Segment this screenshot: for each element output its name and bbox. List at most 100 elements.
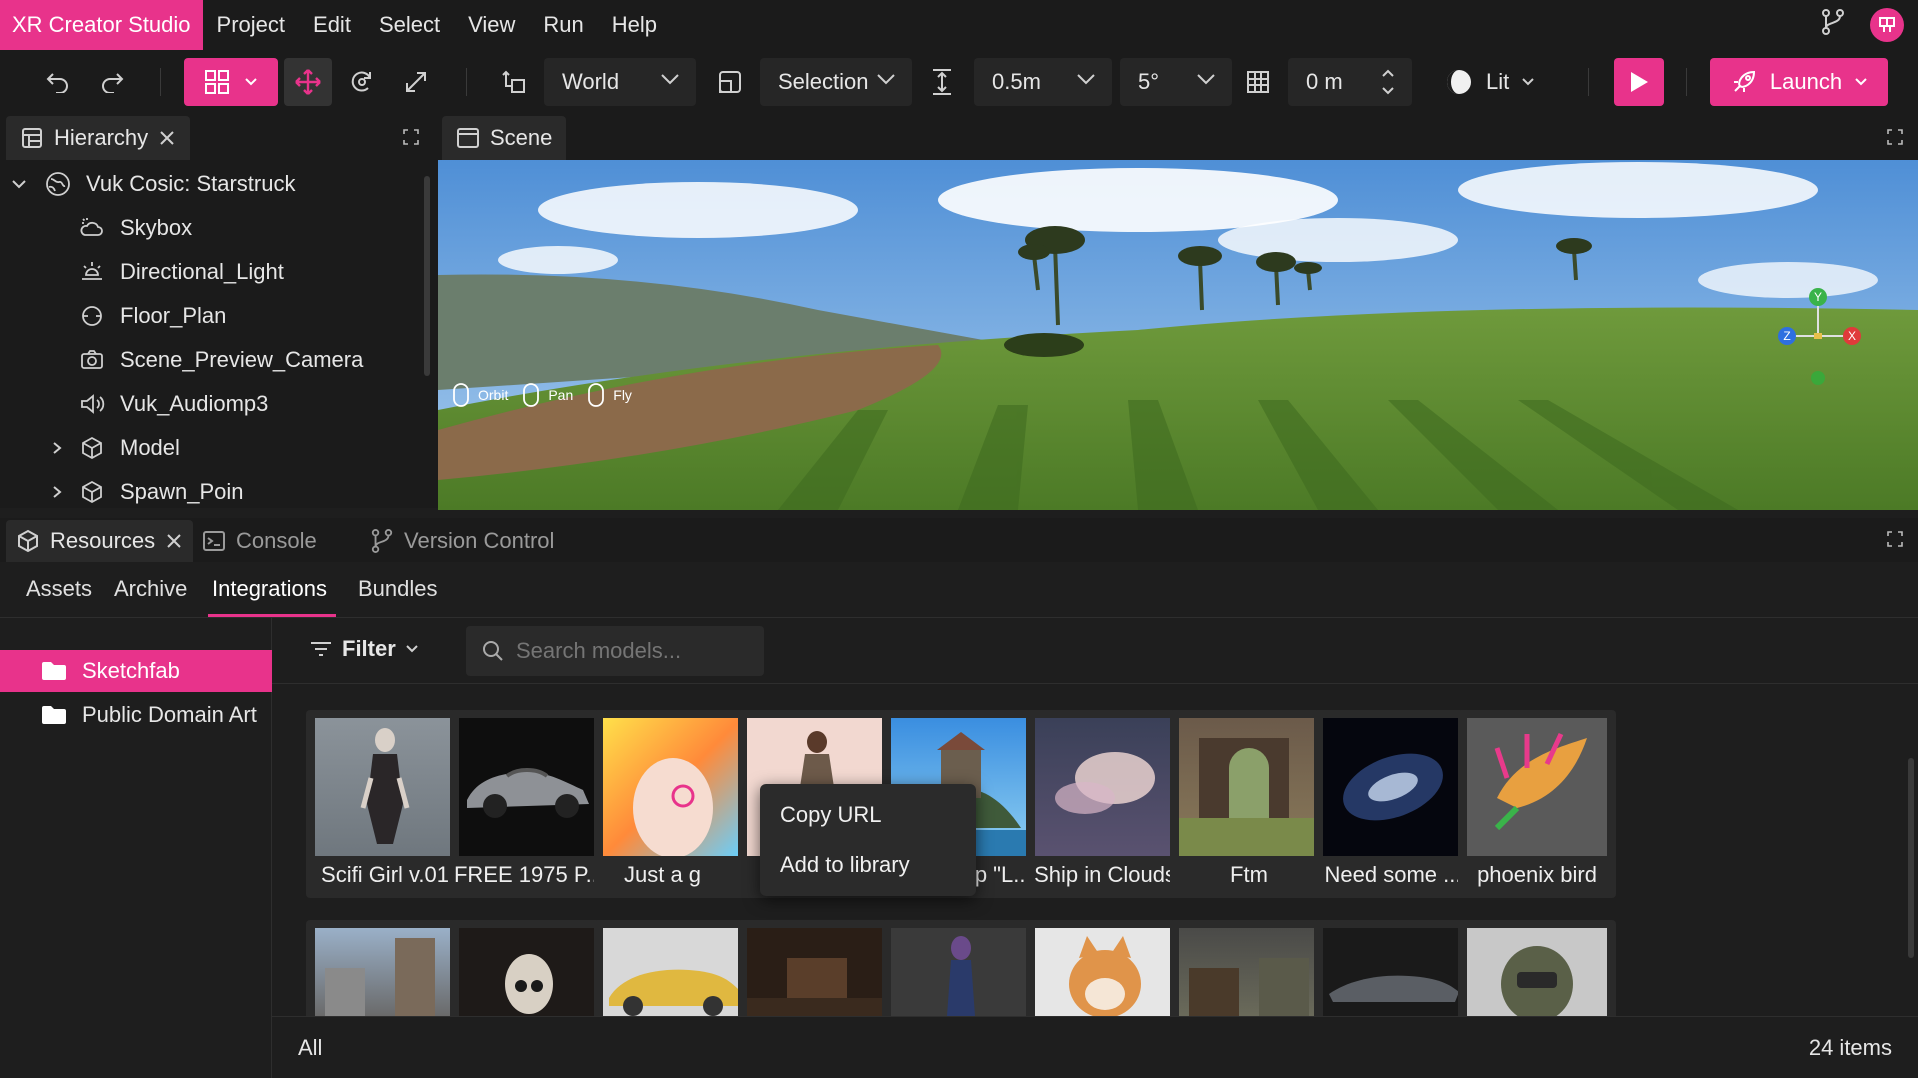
hierarchy-panel: Vuk Cosic: Starstruck Skybox Directional… bbox=[0, 160, 438, 508]
hierarchy-item-spawn-point[interactable]: Spawn_Poin bbox=[0, 470, 420, 514]
model-thumbnail bbox=[1467, 718, 1607, 856]
hierarchy-root-label: Vuk Cosic: Starstruck bbox=[86, 171, 296, 196]
model-card[interactable]: Just a g bbox=[594, 710, 752, 898]
redo-button[interactable] bbox=[92, 58, 132, 106]
hierarchy-item-floor-plan[interactable]: Floor_Plan bbox=[0, 294, 420, 338]
menu-run[interactable]: Run bbox=[529, 12, 597, 38]
menu-select[interactable]: Select bbox=[365, 12, 454, 38]
launch-button[interactable]: Launch bbox=[1710, 58, 1888, 106]
pan-label: Pan bbox=[548, 387, 574, 403]
transform-space-button[interactable] bbox=[492, 58, 536, 106]
scale-tool-button[interactable] bbox=[394, 58, 438, 106]
translate-snap-dropdown[interactable]: 0.5m bbox=[974, 58, 1112, 106]
model-card[interactable] bbox=[1314, 920, 1472, 1016]
hierarchy-item-label: Skybox bbox=[120, 215, 193, 240]
hierarchy-scrollbar[interactable] bbox=[424, 176, 430, 376]
model-card[interactable]: phoenix bird bbox=[1458, 710, 1616, 898]
model-card[interactable] bbox=[450, 920, 608, 1016]
menu-edit[interactable]: Edit bbox=[299, 12, 365, 38]
hierarchy-item-skybox[interactable]: Skybox bbox=[0, 206, 420, 250]
tab-scene[interactable]: Scene bbox=[442, 116, 567, 160]
model-name: Need some ... bbox=[1324, 862, 1462, 887]
pivot-button[interactable] bbox=[708, 58, 752, 106]
move-tool-button[interactable] bbox=[284, 58, 332, 106]
render-mode-dropdown[interactable]: Lit bbox=[1444, 58, 1550, 106]
user-avatar[interactable] bbox=[1870, 8, 1904, 42]
chevron-down-icon bbox=[1077, 74, 1095, 85]
model-card[interactable]: Ftm bbox=[1170, 710, 1328, 898]
model-thumbnail bbox=[459, 928, 599, 1016]
toolbar-divider bbox=[1588, 68, 1589, 96]
model-card[interactable] bbox=[594, 920, 752, 1016]
source-public-domain-art[interactable]: Public Domain Art bbox=[0, 694, 272, 736]
subtab-integrations[interactable]: Integrations bbox=[212, 576, 327, 602]
model-card[interactable] bbox=[1170, 920, 1328, 1016]
model-card[interactable]: Need some ... bbox=[1314, 710, 1472, 898]
grid-height-stepper[interactable]: 0 m bbox=[1288, 58, 1412, 106]
tab-hierarchy[interactable]: Hierarchy bbox=[6, 116, 191, 160]
git-branch-icon bbox=[371, 529, 393, 554]
menu-project[interactable]: Project bbox=[203, 12, 299, 38]
filter-button[interactable]: Filter bbox=[310, 636, 418, 662]
subtab-bundles[interactable]: Bundles bbox=[358, 576, 438, 602]
grid-toggle-button[interactable] bbox=[1236, 58, 1280, 106]
maximize-icon[interactable] bbox=[1886, 128, 1904, 146]
pivot-value: Selection bbox=[778, 69, 869, 94]
model-card[interactable] bbox=[306, 920, 464, 1016]
close-icon bbox=[160, 131, 174, 145]
speaker-icon bbox=[78, 390, 106, 418]
model-card[interactable] bbox=[738, 920, 896, 1016]
context-copy-url[interactable]: Copy URL bbox=[780, 802, 881, 828]
hierarchy-item-directional-light[interactable]: Directional_Light bbox=[0, 250, 420, 294]
source-sketchfab[interactable]: Sketchfab bbox=[0, 650, 272, 692]
cloud-sun-icon bbox=[78, 214, 106, 242]
pivot-dropdown[interactable]: Selection bbox=[760, 58, 912, 106]
maximize-icon[interactable] bbox=[402, 128, 420, 146]
model-card[interactable]: Ship in Clouds bbox=[1026, 710, 1184, 898]
rotate-snap-dropdown[interactable]: 5° bbox=[1120, 58, 1232, 106]
tab-version-control[interactable]: Version Control bbox=[370, 520, 554, 562]
floor-plan-icon bbox=[78, 302, 106, 330]
rotate-tool-button[interactable] bbox=[340, 58, 384, 106]
axis-y[interactable]: Y bbox=[1809, 288, 1827, 306]
model-thumbnail bbox=[891, 928, 1031, 1016]
model-thumbnail bbox=[1323, 928, 1463, 1016]
grid-mode-dropdown[interactable] bbox=[184, 58, 278, 106]
context-add-to-library[interactable]: Add to library bbox=[780, 852, 910, 878]
scene-viewport[interactable]: Orbit Pan Fly Y Z X bbox=[438, 160, 1918, 510]
axis-x[interactable]: X bbox=[1843, 327, 1861, 345]
undo-button[interactable] bbox=[38, 58, 78, 106]
model-card[interactable]: Scifi Girl v.01 bbox=[306, 710, 464, 898]
browser-footer: All 24 items bbox=[272, 1016, 1918, 1078]
model-thumbnail bbox=[1179, 718, 1319, 856]
hierarchy-item-model[interactable]: Model bbox=[0, 426, 420, 470]
translate-snap-button[interactable] bbox=[920, 58, 964, 106]
tab-console[interactable]: Console bbox=[202, 520, 317, 562]
hierarchy-item-audio[interactable]: Vuk_Audiomp3 bbox=[0, 382, 420, 426]
model-card[interactable] bbox=[882, 920, 1040, 1016]
search-input[interactable] bbox=[516, 638, 736, 664]
git-branch-icon[interactable] bbox=[1820, 8, 1846, 42]
model-thumbnail bbox=[459, 718, 599, 856]
maximize-icon[interactable] bbox=[1886, 530, 1904, 548]
scene-title: Scene bbox=[490, 125, 553, 150]
hierarchy-root[interactable]: Vuk Cosic: Starstruck bbox=[0, 162, 420, 206]
model-card[interactable] bbox=[1026, 920, 1184, 1016]
grid-scrollbar[interactable] bbox=[1908, 758, 1914, 958]
search-box[interactable] bbox=[466, 626, 764, 676]
play-button[interactable] bbox=[1614, 58, 1664, 106]
vertical-snap-icon bbox=[933, 69, 951, 95]
tab-resources[interactable]: Resources bbox=[6, 520, 194, 562]
space-dropdown[interactable]: World bbox=[544, 58, 696, 106]
menu-help[interactable]: Help bbox=[598, 12, 671, 38]
subtab-assets[interactable]: Assets bbox=[26, 576, 92, 602]
hierarchy-item-camera[interactable]: Scene_Preview_Camera bbox=[0, 338, 420, 382]
axis-gizmo[interactable]: Y Z X bbox=[1768, 286, 1868, 386]
footer-scope[interactable]: All bbox=[298, 1035, 322, 1061]
model-card[interactable]: FREE 1975 P... bbox=[450, 710, 608, 898]
model-name: FREE 1975 P... bbox=[453, 862, 604, 887]
subtab-archive[interactable]: Archive bbox=[114, 576, 187, 602]
axis-z[interactable]: Z bbox=[1778, 327, 1796, 345]
model-card[interactable] bbox=[1458, 920, 1616, 1016]
menu-view[interactable]: View bbox=[454, 12, 529, 38]
